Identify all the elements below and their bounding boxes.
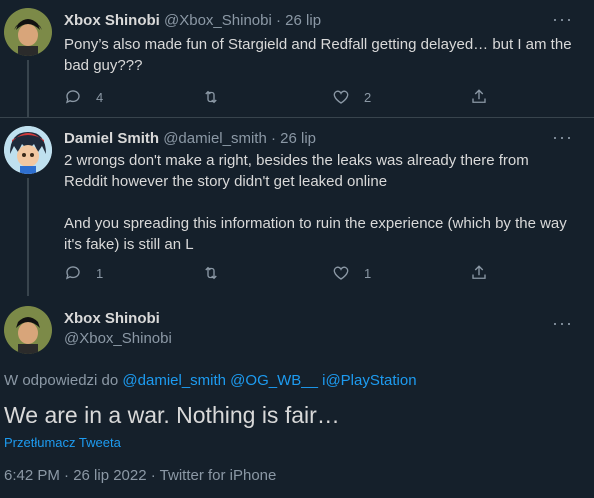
- main-tweet-text: We are in a war. Nothing is fair…: [4, 402, 340, 428]
- text-line: And you spreading this information to ru…: [64, 215, 567, 232]
- separator: ·: [270, 130, 276, 147]
- like-count: 1: [364, 265, 372, 281]
- thread-line: [27, 178, 29, 296]
- share-icon: [472, 89, 486, 103]
- tweet-text: Pony’s also made fun of Stargield and Re…: [64, 34, 572, 76]
- author-block: Xbox Shinobi @Xbox_Shinobi: [64, 310, 172, 347]
- text-line: Reddit however the story didn't get leak…: [64, 173, 388, 190]
- reply-icon: [65, 266, 80, 280]
- tweet-header: Xbox Shinobi @Xbox_Shinobi · 26 lip: [64, 12, 321, 29]
- tweet-1[interactable]: Xbox Shinobi @Xbox_Shinobi · 26 lip ··· …: [0, 0, 594, 117]
- retweet-icon: [205, 90, 217, 104]
- more-icon[interactable]: ···: [552, 314, 573, 332]
- reply-context: W odpowiedzi do @damiel_smith @OG_WB__ i…: [4, 372, 417, 389]
- tweet-actions: 4 2: [64, 88, 494, 108]
- reply-button[interactable]: 1: [64, 264, 103, 282]
- heart-icon: [333, 266, 349, 280]
- reply-prefix: W odpowiedzi do: [4, 372, 119, 389]
- translate-link[interactable]: Przetłumacz Tweeta: [4, 435, 121, 450]
- more-icon[interactable]: ···: [552, 128, 573, 146]
- mention-link[interactable]: @damiel_smith: [122, 372, 226, 389]
- tweet-meta[interactable]: 6:42 PM · 26 lip 2022 · Twitter for iPho…: [4, 467, 276, 484]
- avatar[interactable]: [4, 8, 52, 56]
- text-line: it's fake) is still an L: [64, 236, 194, 253]
- reply-count: 1: [96, 265, 104, 281]
- retweet-button[interactable]: [202, 264, 220, 282]
- text-line: Pony’s also made fun of Stargield and Re…: [64, 36, 572, 53]
- mention-link[interactable]: @OG_WB__: [230, 372, 318, 389]
- text-line: bad guy???: [64, 57, 143, 74]
- share-button[interactable]: [470, 88, 488, 106]
- author-name[interactable]: Xbox Shinobi: [64, 310, 172, 327]
- reply-button[interactable]: 4: [64, 88, 103, 106]
- author-name[interactable]: Damiel Smith: [64, 130, 159, 147]
- tweet-actions: 1 1: [64, 264, 494, 284]
- like-button[interactable]: 1: [332, 264, 371, 282]
- text-line: 2 wrongs don't make a right, besides the…: [64, 152, 529, 169]
- author-handle[interactable]: @Xbox_Shinobi: [164, 12, 272, 29]
- avatar[interactable]: [4, 126, 52, 174]
- reply-count: 4: [96, 89, 104, 105]
- like-button[interactable]: 2: [332, 88, 371, 106]
- text-line: [64, 192, 567, 213]
- tweet-2[interactable]: Damiel Smith @damiel_smith · 26 lip ··· …: [0, 118, 594, 296]
- mention-link[interactable]: i@PlayStation: [322, 372, 416, 389]
- thread-line: [27, 60, 29, 117]
- heart-icon: [333, 90, 349, 104]
- like-count: 2: [364, 89, 372, 105]
- author-handle[interactable]: @Xbox_Shinobi: [64, 330, 172, 347]
- reply-icon: [65, 90, 80, 104]
- share-icon: [472, 265, 486, 279]
- retweet-icon: [205, 266, 217, 280]
- timestamp[interactable]: 26 lip: [280, 130, 316, 147]
- share-button[interactable]: [470, 264, 488, 282]
- author-handle[interactable]: @damiel_smith: [163, 130, 267, 147]
- retweet-button[interactable]: [202, 88, 220, 106]
- tweet-text: 2 wrongs don't make a right, besides the…: [64, 150, 567, 255]
- separator: ·: [276, 12, 281, 29]
- avatar[interactable]: [4, 306, 52, 354]
- author-name[interactable]: Xbox Shinobi: [64, 12, 160, 29]
- tweet-header: Damiel Smith @damiel_smith · 26 lip: [64, 130, 316, 147]
- more-icon[interactable]: ···: [552, 10, 573, 28]
- timestamp[interactable]: 26 lip: [285, 12, 321, 29]
